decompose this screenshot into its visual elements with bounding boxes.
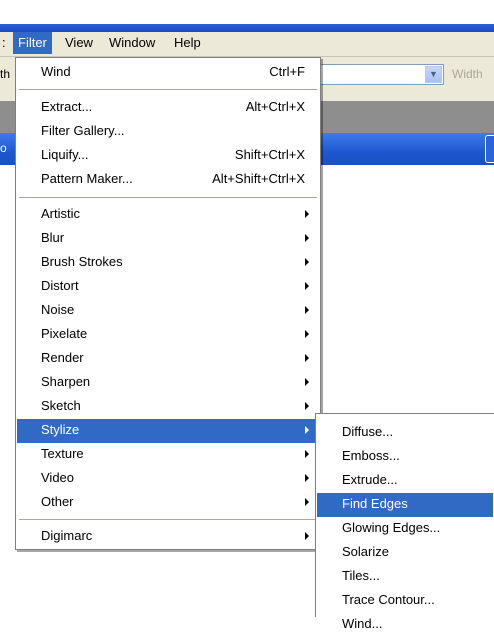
panel-title-partial: o — [0, 141, 7, 155]
submenu-item-solarize[interactable]: Solarize — [317, 541, 493, 565]
filter-menu: Wind Ctrl+F Extract... Alt+Ctrl+X Filter… — [15, 57, 321, 550]
menu-item-artistic[interactable]: Artistic — [17, 203, 319, 227]
submenu-item-label: Diffuse... — [342, 424, 394, 439]
submenu-item-emboss[interactable]: Emboss... — [317, 445, 493, 469]
menu-item-label: Stylize — [41, 422, 80, 437]
menu-item-video[interactable]: Video — [17, 467, 319, 491]
menu-separator — [19, 89, 317, 91]
submenu-arrow-icon — [305, 234, 309, 242]
submenu-arrow-icon — [305, 330, 309, 338]
submenu-arrow-icon — [305, 282, 309, 290]
menu-item-label: Pixelate — [41, 326, 88, 341]
menu-item-label: Digimarc — [41, 528, 93, 543]
menu-item-texture[interactable]: Texture — [17, 443, 319, 467]
menu-window[interactable]: Window — [104, 32, 160, 54]
options-partial-label: th — [0, 67, 11, 81]
menu-item-shortcut: Shift+Ctrl+X — [234, 147, 305, 162]
menu-item-filter-gallery[interactable]: Filter Gallery... — [17, 120, 319, 144]
options-combo[interactable]: ▼ — [320, 64, 444, 85]
menu-item-noise[interactable]: Noise — [17, 299, 319, 323]
menu-help[interactable]: Help — [169, 32, 206, 54]
menu-item-label: Render — [41, 350, 84, 365]
menu-item-shortcut: Alt+Ctrl+X — [245, 99, 305, 114]
menu-item-shortcut: Alt+Shift+Ctrl+X — [212, 171, 305, 186]
submenu-item-tiles[interactable]: Tiles... — [317, 565, 493, 589]
chevron-down-icon[interactable]: ▼ — [425, 66, 442, 83]
submenu-arrow-icon — [305, 474, 309, 482]
menu-item-label: Blur — [41, 230, 65, 245]
menu-item-label: Pattern Maker... — [41, 171, 133, 186]
menu-item-label: Texture — [41, 446, 84, 461]
submenu-arrow-icon — [305, 426, 309, 434]
submenu-item-label: Trace Contour... — [342, 592, 435, 607]
submenu-item-label: Glowing Edges... — [342, 520, 441, 535]
submenu-item-label: Emboss... — [342, 448, 400, 463]
submenu-arrow-icon — [305, 258, 309, 266]
submenu-item-glowing-edges[interactable]: Glowing Edges... — [317, 517, 493, 541]
menu-item-other[interactable]: Other — [17, 491, 319, 515]
menu-item-label: Noise — [41, 302, 75, 317]
menu-item-label: Other — [41, 494, 74, 509]
stylize-submenu: Diffuse... Emboss... Extrude... Find Edg… — [315, 413, 494, 631]
submenu-item-label: Wind... — [342, 616, 383, 631]
menu-item-label: Brush Strokes — [41, 254, 123, 269]
submenu-arrow-icon — [305, 378, 309, 386]
menu-item-shortcut: Ctrl+F — [269, 64, 305, 79]
menu-item-last-filter[interactable]: Wind Ctrl+F — [17, 61, 319, 85]
menu-separator — [19, 197, 317, 199]
menu-item-blur[interactable]: Blur — [17, 227, 319, 251]
submenu-arrow-icon — [305, 354, 309, 362]
submenu-item-find-edges[interactable]: Find Edges — [317, 493, 493, 517]
panel-button-partial[interactable] — [485, 135, 494, 163]
menu-item-label: Distort — [41, 278, 79, 293]
menu-item-extract[interactable]: Extract... Alt+Ctrl+X — [17, 96, 319, 120]
menu-item-label: Wind — [41, 64, 71, 79]
submenu-item-trace-contour[interactable]: Trace Contour... — [317, 589, 493, 613]
menu-item-sketch[interactable]: Sketch — [17, 395, 319, 419]
menu-view[interactable]: View — [60, 32, 98, 54]
menu-edit-partial[interactable]: : — [0, 32, 11, 54]
menu-item-label: Video — [41, 470, 75, 485]
menu-item-digimarc[interactable]: Digimarc — [17, 525, 319, 549]
menu-filter[interactable]: Filter — [13, 32, 52, 54]
menu-item-label: Extract... — [41, 99, 93, 114]
menu-item-render[interactable]: Render — [17, 347, 319, 371]
menu-item-pixelate[interactable]: Pixelate — [17, 323, 319, 347]
menu-item-label: Sharpen — [41, 374, 91, 389]
submenu-arrow-icon — [305, 450, 309, 458]
submenu-arrow-icon — [305, 402, 309, 410]
menu-item-label: Artistic — [41, 206, 80, 221]
submenu-item-label: Solarize — [342, 544, 389, 559]
menu-item-label: Filter Gallery... — [41, 123, 125, 138]
menu-item-pattern-maker[interactable]: Pattern Maker... Alt+Shift+Ctrl+X — [17, 168, 319, 192]
menu-item-label: Sketch — [41, 398, 81, 413]
menu-item-label: Liquify... — [41, 147, 89, 162]
submenu-arrow-icon — [305, 532, 309, 540]
menu-item-stylize[interactable]: Stylize — [17, 419, 319, 443]
title-bar-edge — [0, 24, 494, 32]
submenu-arrow-icon — [305, 306, 309, 314]
submenu-item-extrude[interactable]: Extrude... — [317, 469, 493, 493]
menu-bar: : Filter View Window Help — [0, 32, 494, 57]
width-label: Width — [452, 67, 483, 81]
menu-item-liquify[interactable]: Liquify... Shift+Ctrl+X — [17, 144, 319, 168]
menu-item-distort[interactable]: Distort — [17, 275, 319, 299]
menu-item-sharpen[interactable]: Sharpen — [17, 371, 319, 395]
menu-item-brush-strokes[interactable]: Brush Strokes — [17, 251, 319, 275]
submenu-item-label: Extrude... — [342, 472, 398, 487]
submenu-arrow-icon — [305, 210, 309, 218]
submenu-item-diffuse[interactable]: Diffuse... — [317, 421, 493, 445]
menu-separator — [19, 519, 317, 521]
submenu-item-label: Tiles... — [342, 568, 380, 583]
submenu-item-label: Find Edges — [342, 496, 408, 511]
submenu-arrow-icon — [305, 498, 309, 506]
